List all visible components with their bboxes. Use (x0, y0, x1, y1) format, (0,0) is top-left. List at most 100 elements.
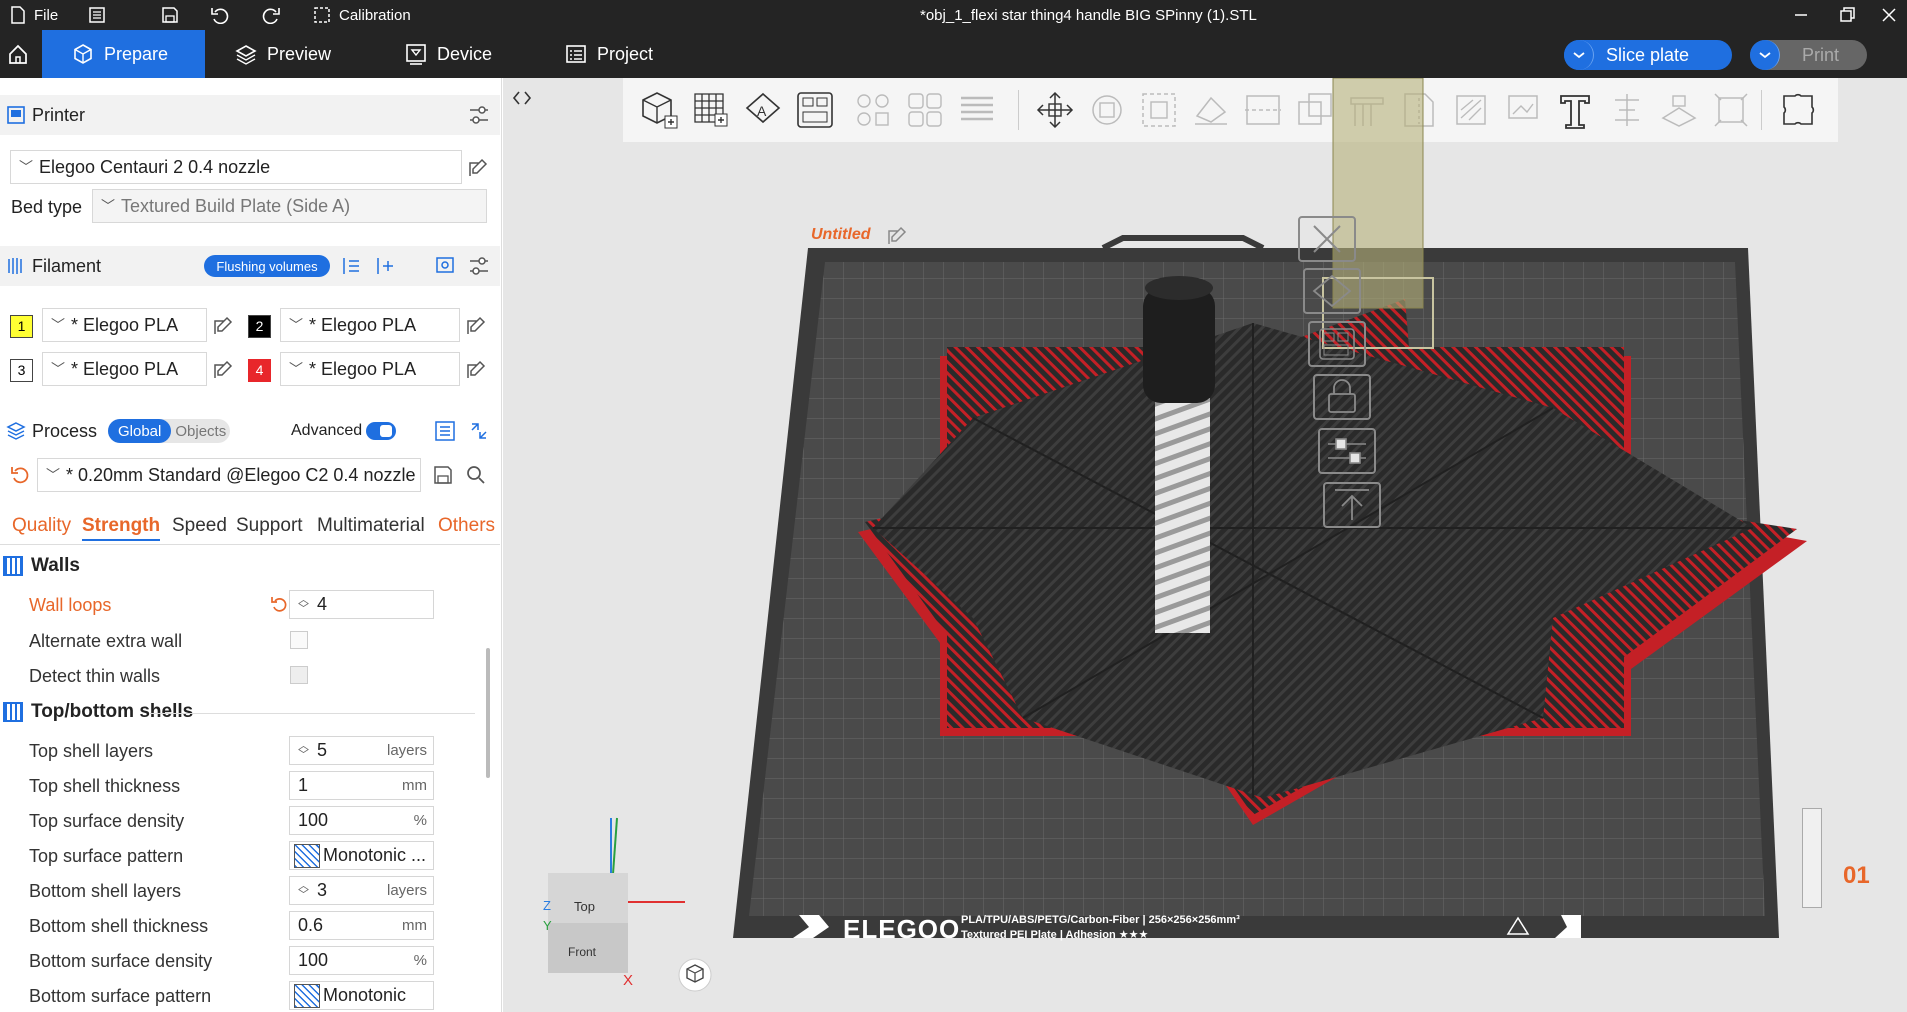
tab-device[interactable]: Device (375, 30, 535, 78)
save-icon[interactable] (161, 0, 179, 30)
tab-prepare[interactable]: Prepare (42, 30, 205, 78)
printer-select[interactable]: ﹀ Elegoo Centauri 2 0.4 nozzle (10, 150, 462, 184)
process-compare-icon[interactable] (468, 420, 490, 442)
tab-support[interactable]: Support (236, 515, 303, 537)
top-surface-pattern-select[interactable]: Monotonic ... (289, 841, 434, 870)
tab-speed[interactable]: Speed (172, 515, 227, 537)
print-dropdown-chevron-icon[interactable] (1750, 40, 1780, 70)
filament-name: * Elegoo PLA (309, 358, 417, 379)
handle-knob-top (1145, 276, 1213, 300)
global-tab[interactable]: Global (108, 419, 172, 443)
bed-type-value: Textured Build Plate (Side A) (121, 195, 351, 216)
objects-tab[interactable]: Objects (171, 423, 226, 440)
spinner-icon[interactable]: ︿ ﹀ (298, 740, 309, 760)
arrange-plate-button[interactable] (1308, 321, 1366, 367)
top-shell-layers-input[interactable]: ︿ ﹀ 5 layers (289, 736, 434, 765)
3d-viewport[interactable]: A Untitled ELEGOO PLA/TPU/ABS/PETG/Carbo… (503, 78, 1907, 1012)
left-panel: Printer ﹀ Elegoo Centauri 2 0.4 nozzle B… (0, 78, 502, 1012)
process-tabs: Quality Strength Speed Support Multimate… (0, 515, 500, 545)
filament-remove-icon[interactable] (340, 255, 362, 277)
printer-section-header: Printer (0, 95, 500, 135)
bottom-shell-thickness-input[interactable]: 0.6 mm (289, 911, 434, 940)
bottom-surface-density-value: 100 (298, 950, 329, 970)
filament-section-header: Filament Flushing volumes (0, 246, 500, 286)
plate-name-label[interactable]: Untitled (811, 226, 871, 244)
home-button[interactable] (0, 30, 36, 78)
reset-wall-loops-icon[interactable] (270, 596, 288, 614)
print-button[interactable]: Print (1750, 40, 1867, 70)
filament-edit-icon[interactable] (213, 316, 233, 336)
printer-edit-icon[interactable] (468, 158, 488, 178)
bottom-shell-layers-label: Bottom shell layers (29, 881, 182, 901)
undo-icon[interactable] (210, 0, 230, 30)
view-cube[interactable]: Top Front (548, 873, 628, 973)
slice-dropdown-chevron-icon[interactable] (1564, 40, 1594, 70)
tab-project[interactable]: Project (535, 30, 695, 78)
tab-strength[interactable]: Strength (82, 515, 161, 541)
plate-settings-button[interactable] (1318, 428, 1376, 474)
top-shell-thickness-input[interactable]: 1 mm (289, 771, 434, 800)
filament-number-badge: 4 (248, 358, 271, 382)
spinner-icon[interactable]: ︿ ﹀ (298, 594, 309, 614)
filament-select-4[interactable]: ﹀ * Elegoo PLA (280, 352, 460, 386)
unit-label: layers (386, 882, 427, 899)
top-shell-layers-label: Top shell layers (29, 741, 154, 761)
menu-icon[interactable] (88, 0, 106, 30)
view-cube-top[interactable]: Top (574, 899, 595, 914)
bottom-shell-thickness-value: 0.6 (298, 915, 324, 935)
detect-thin-walls-checkbox[interactable] (290, 666, 308, 684)
plate-thumbnail[interactable] (1802, 808, 1822, 908)
orient-plate-button[interactable] (1303, 268, 1361, 314)
bottom-surface-density-input[interactable]: 100 % (289, 946, 434, 975)
scrollbar[interactable] (486, 648, 490, 778)
delete-plate-button[interactable] (1298, 216, 1356, 262)
filament-add-icon[interactable] (374, 255, 396, 277)
bottom-surface-pattern-select[interactable]: Monotonic (289, 981, 434, 1010)
filament-settings-icon[interactable] (468, 255, 490, 277)
advanced-toggle[interactable] (366, 422, 396, 440)
spinner-icon[interactable]: ︿ ﹀ (298, 880, 309, 900)
process-preset-select[interactable]: ﹀ * 0.20mm Standard @Elegoo C2 0.4 nozzl… (37, 458, 421, 492)
walls-header: Walls (31, 555, 80, 576)
tab-others[interactable]: Others (438, 515, 495, 537)
process-list-icon[interactable] (434, 420, 456, 442)
brand-label: ELEGOO (843, 914, 961, 944)
bottom-shell-layers-input[interactable]: ︿ ﹀ 3 layers (289, 876, 434, 905)
redo-icon[interactable] (261, 0, 281, 30)
view-cube-front[interactable]: Front (568, 945, 596, 959)
upload-arrow-icon (1335, 489, 1369, 520)
window-title: *obj_1_flexi star thing4 handle BIG SPin… (920, 6, 1257, 24)
reset-icon[interactable] (10, 465, 30, 485)
view-reset-icon[interactable] (678, 958, 712, 992)
wall-loops-value: 4 (317, 594, 328, 614)
process-header-label: Process (32, 420, 98, 441)
restore-icon[interactable] (1838, 0, 1856, 30)
close-icon[interactable] (1880, 0, 1898, 30)
filament-select-3[interactable]: ﹀ * Elegoo PLA (42, 352, 207, 386)
lock-plate-button[interactable] (1313, 374, 1371, 420)
tab-multimaterial[interactable]: Multimaterial (317, 515, 425, 537)
filament-select-2[interactable]: ﹀ * Elegoo PLA (280, 308, 460, 342)
top-surface-density-input[interactable]: 100 % (289, 806, 434, 835)
filament-edit-icon[interactable] (466, 316, 486, 336)
alternate-extra-wall-checkbox[interactable] (290, 631, 308, 649)
project-icon (566, 45, 586, 63)
tab-preview[interactable]: Preview (205, 30, 365, 78)
save-preset-icon[interactable] (433, 465, 453, 485)
filament-sync-icon[interactable] (434, 255, 456, 277)
filament-edit-icon[interactable] (213, 360, 233, 380)
tab-quality[interactable]: Quality (12, 515, 71, 537)
filament-edit-icon[interactable] (466, 360, 486, 380)
file-menu[interactable]: File (10, 0, 58, 30)
calibration-menu[interactable]: Calibration (313, 0, 411, 30)
minimize-icon[interactable] (1792, 0, 1810, 30)
search-icon[interactable] (466, 465, 486, 485)
printer-settings-icon[interactable] (468, 104, 490, 126)
plate-rename-icon[interactable] (887, 226, 909, 246)
move-to-top-button[interactable] (1323, 482, 1381, 528)
filament-select-1[interactable]: ﹀ * Elegoo PLA (42, 308, 207, 342)
slice-plate-button[interactable]: Slice plate (1564, 40, 1732, 70)
wall-loops-input[interactable]: ︿ ﹀ 4 (289, 590, 434, 619)
flushing-volumes-button[interactable]: Flushing volumes (204, 255, 330, 277)
bed-type-select[interactable]: ﹀ Textured Build Plate (Side A) (92, 189, 487, 223)
